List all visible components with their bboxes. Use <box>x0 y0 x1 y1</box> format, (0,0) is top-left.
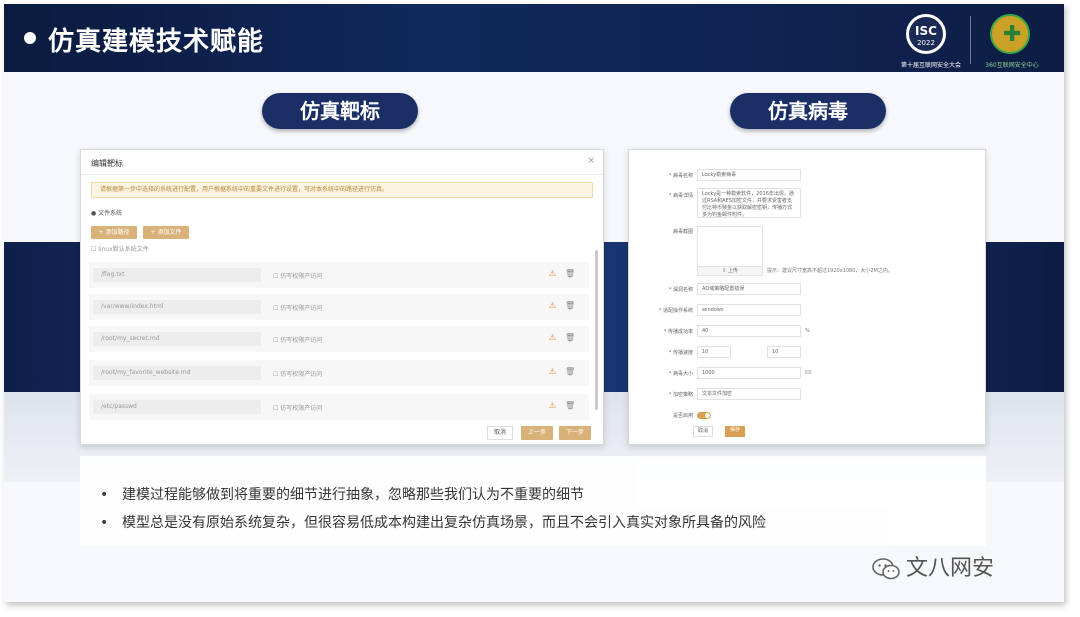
isc-logo-year: 2022 <box>917 39 935 47</box>
file-row: /flag.txt ☐ 仿写权限产访问 ⚠ 🗑 <box>89 262 589 288</box>
linux-default-files-label: linux默认系统文件 <box>98 246 149 253</box>
field-label-speed: * 传播速度 <box>668 350 693 356</box>
wechat-icon <box>872 558 900 580</box>
size-unit: KB <box>805 370 812 376</box>
file-row: /root/my_favorite_website.md ☐ 仿写权限产访问 ⚠… <box>89 360 589 386</box>
note-text: 建模过程能够做到将重要的细节进行抽象，忽略那些我们认为不重要的细节 <box>122 487 584 503</box>
file-permission-checkbox[interactable]: ☐ 仿写权限产访问 <box>273 303 322 312</box>
add-path-button[interactable]: + 添加路径 <box>91 226 137 239</box>
warning-icon[interactable]: ⚠ <box>549 401 556 410</box>
note-item: • 模型总是没有原始系统复杂，但很容易低成本构建出复杂仿真场景，而且不会引入真实对… <box>100 512 766 532</box>
file-permission-checkbox[interactable]: ☐ 仿写权限产访问 <box>273 369 322 378</box>
delete-icon[interactable]: 🗑 <box>565 367 575 376</box>
file-permission-label: 仿写权限产访问 <box>280 371 323 378</box>
spread-speed-from-input[interactable]: 10 <box>697 346 731 358</box>
upload-hint: 提示：建议尺寸宽高不超过1920x1080，大小2M之内。 <box>767 268 893 274</box>
file-row: /var/www/index.html ☐ 仿写权限产访问 ⚠ 🗑 <box>89 294 589 320</box>
file-path-input[interactable]: /etc/passwd <box>93 400 261 414</box>
file-path-input[interactable]: /root/my_favorite_website.md <box>93 366 261 380</box>
os-select[interactable]: windows <box>697 304 801 316</box>
field-label-screenshot: 病毒截图 <box>672 229 693 235</box>
virus-form: * 病毒名称 Locky勒索病毒 * 病毒详情 Locky是一种勒索软件，201… <box>628 149 986 445</box>
upload-button[interactable]: ⇪ 上传 <box>697 266 763 276</box>
delete-icon[interactable]: 🗑 <box>565 301 575 310</box>
field-label-rate: * 传播成功率 <box>663 329 693 335</box>
notes-box: • 建模过程能够做到将重要的细节进行抽象，忽略那些我们认为不重要的细节 • 模型总是… <box>80 456 986 546</box>
next-step-button[interactable]: 下一步 <box>559 426 591 440</box>
field-label-name: * 病毒名称 <box>668 173 693 179</box>
virus-size-input[interactable]: 1000 <box>697 367 801 379</box>
file-permission-checkbox[interactable]: ☐ 仿写权限产访问 <box>273 271 322 280</box>
file-permission-checkbox[interactable]: ☐ 仿写权限产访问 <box>273 335 322 344</box>
file-path-input[interactable]: /var/www/index.html <box>93 300 261 314</box>
note-text: 模型总是没有原始系统复杂，但很容易低成本构建出复杂仿真场景，而且不会引入真实对象… <box>122 515 766 531</box>
isc-logo-caption: 第十届互联网安全大会 <box>900 62 961 69</box>
field-label-enabled: 是否启用 <box>672 413 693 419</box>
isc-logo-text: ISC <box>915 24 937 38</box>
linux-default-files-checkbox[interactable]: ☐ linux默认系统文件 <box>91 244 149 253</box>
title-bullet-icon <box>24 32 36 44</box>
warning-icon[interactable]: ⚠ <box>549 333 556 342</box>
file-permission-checkbox[interactable]: ☐ 仿写权限产访问 <box>273 403 322 412</box>
virus-detail-textarea[interactable]: Locky是一种勒索软件，2016年出现。通过RSA和AES加密文件，并要求受害… <box>697 188 801 218</box>
field-label-vuln: * 漏洞名称 <box>668 287 693 293</box>
enabled-toggle[interactable] <box>697 412 711 419</box>
add-file-button[interactable]: + 添加文件 <box>143 226 189 239</box>
edit-target-dialog: 编辑靶标 × 请根据第一步中选择的系统进行配置，用户根据系统中的重要文件进行设置… <box>80 149 604 445</box>
watermark-text: 文八网安 <box>906 556 995 581</box>
warning-banner: 请根据第一步中选择的系统进行配置，用户根据系统中的重要文件进行设置，可对本系统中… <box>91 182 593 198</box>
header-bar: 仿真建模技术赋能 ISC 2022 第十届互联网安全大会 ✚ 360互联网安全中… <box>4 4 1064 72</box>
close-icon[interactable]: × <box>587 156 595 166</box>
virus-name-input[interactable]: Locky勒索病毒 <box>697 169 801 181</box>
form-cancel-button[interactable]: 取消 <box>693 426 713 437</box>
field-label-encrypt: * 加密策略 <box>668 392 693 398</box>
vuln-name-input[interactable]: AD域策略配置错误 <box>697 283 801 295</box>
page-title: 仿真建模技术赋能 <box>48 27 265 57</box>
file-row: /root/my_secret.md ☐ 仿写权限产访问 ⚠ 🗑 <box>89 326 589 352</box>
360-logo-caption: 360互联网安全中心 <box>985 62 1039 69</box>
dialog-title: 编辑靶标 <box>91 159 123 168</box>
delete-icon[interactable]: 🗑 <box>565 269 575 278</box>
file-row: /etc/passwd ☐ 仿写权限产访问 ⚠ 🗑 <box>89 394 589 420</box>
warning-icon[interactable]: ⚠ <box>549 269 556 278</box>
field-label-size: * 病毒大小 <box>668 371 693 377</box>
file-path-input[interactable]: /flag.txt <box>93 268 261 282</box>
bullet-icon: • <box>100 515 109 531</box>
slide: 仿真建模技术赋能 ISC 2022 第十届互联网安全大会 ✚ 360互联网安全中… <box>4 4 1064 602</box>
file-permission-label: 仿写权限产访问 <box>280 273 323 280</box>
file-permission-label: 仿写权限产访问 <box>280 405 323 412</box>
delete-icon[interactable]: 🗑 <box>565 401 575 410</box>
delete-icon[interactable]: 🗑 <box>565 333 575 342</box>
file-permission-label: 仿写权限产访问 <box>280 305 323 312</box>
bullet-icon: • <box>100 487 109 503</box>
field-label-detail: * 病毒详情 <box>668 193 693 199</box>
spread-speed-to-input[interactable]: 10 <box>767 346 801 358</box>
scrollbar[interactable] <box>595 250 598 410</box>
warning-icon[interactable]: ⚠ <box>549 301 556 310</box>
encrypt-strategy-select[interactable]: 文本文件加密 <box>697 388 801 400</box>
section-title-virus: 仿真病毒 <box>730 93 886 129</box>
divider <box>81 174 603 175</box>
spread-rate-input[interactable]: 40 <box>697 325 801 337</box>
rate-unit: % <box>805 328 810 334</box>
section-title-target: 仿真靶标 <box>262 93 418 129</box>
section-label-filesystem: ● 文件系统 <box>91 210 123 217</box>
360-logo-icon: ✚ <box>990 14 1030 54</box>
warning-icon[interactable]: ⚠ <box>549 367 556 376</box>
isc-logo-icon: ISC 2022 <box>906 14 946 54</box>
cancel-button[interactable]: 取消 <box>487 426 513 440</box>
file-path-input[interactable]: /root/my_secret.md <box>93 332 261 346</box>
field-label-os: * 适配操作系统 <box>658 308 693 314</box>
file-permission-label: 仿写权限产访问 <box>280 337 323 344</box>
logo-divider <box>970 16 971 64</box>
note-item: • 建模过程能够做到将重要的细节进行抽象，忽略那些我们认为不重要的细节 <box>100 484 584 504</box>
form-save-button[interactable]: 保存 <box>725 426 745 437</box>
watermark: 文八网安 <box>872 550 994 582</box>
prev-step-button[interactable]: 上一步 <box>521 426 553 440</box>
